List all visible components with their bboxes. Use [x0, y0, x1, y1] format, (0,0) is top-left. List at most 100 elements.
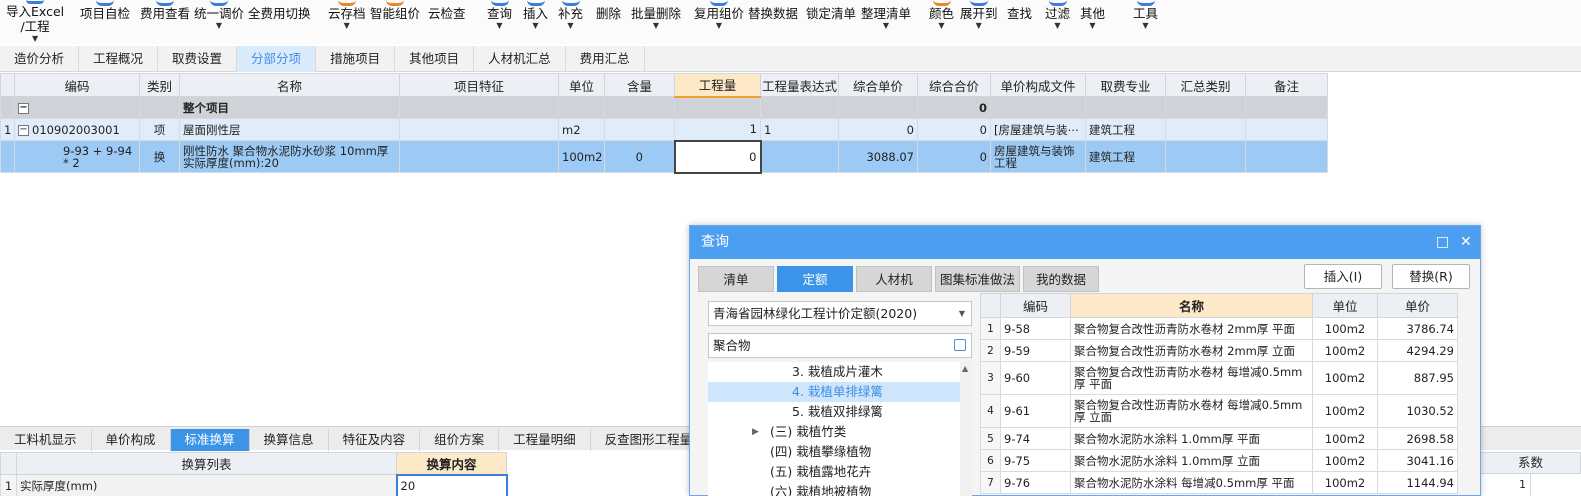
chevron-down-icon[interactable]: ▼ — [1142, 21, 1148, 31]
toolbar-button-3[interactable]: 统一调价 ▼ — [194, 0, 244, 44]
maximize-icon[interactable]: □ — [1436, 226, 1449, 259]
item-quantity-expr[interactable]: 1 — [760, 118, 839, 141]
dialog-tab-4[interactable]: 我的数据 — [1023, 266, 1100, 292]
table-row-whole-project[interactable]: − 整个项目 0 — [0, 96, 1328, 119]
quota-code[interactable]: 9-61 — [1000, 394, 1071, 428]
sub-item-name[interactable]: 刚性防水 聚合物水泥防水砂浆 10mm厚 实际厚度(mm):20 — [179, 140, 400, 173]
chevron-down-icon[interactable]: ▼ — [344, 21, 350, 31]
chevron-down-icon[interactable]: ▼ — [532, 21, 538, 31]
chevron-down-icon[interactable]: ▼ — [496, 21, 502, 31]
tab-2[interactable]: 取费设置 — [158, 46, 238, 72]
bottom-tab-1[interactable]: 单价构成 — [92, 429, 171, 451]
col-header-5[interactable]: 含量 — [604, 73, 675, 97]
chevron-down-icon[interactable]: ▼ — [1089, 21, 1095, 31]
bottom-tab-3[interactable]: 换算信息 — [250, 429, 329, 451]
tab-1[interactable]: 工程概况 — [79, 46, 159, 72]
item-fee-major[interactable]: 建筑工程 — [1085, 118, 1166, 141]
quota-code[interactable]: 9-58 — [1000, 317, 1071, 340]
chevron-down-icon[interactable]: ▼ — [567, 21, 573, 31]
tree-item[interactable]: 3. 栽植成片灌木 — [708, 362, 960, 382]
col-header-3[interactable]: 项目特征 — [399, 73, 559, 97]
toolbar-button-9[interactable]: 插入 ▼ — [523, 0, 548, 44]
quota-code[interactable]: 9-75 — [1000, 449, 1071, 472]
table-row-item[interactable]: 1 −010902003001 项 屋面刚性层 m2 1 1 0 0 [房屋建筑… — [0, 118, 1328, 141]
tree-item[interactable]: ▶ (三) 栽植竹类 — [708, 422, 960, 442]
toolbar-button-18[interactable]: 展开到 ▼ — [960, 0, 998, 44]
col-header-1[interactable]: 类别 — [139, 73, 180, 97]
sub-item-quantity-input[interactable]: 0 — [673, 139, 762, 174]
tab-5[interactable]: 其他项目 — [395, 46, 475, 72]
tab-4[interactable]: 措施项目 — [316, 46, 396, 72]
toolbar-button-6[interactable]: 智能组价 — [370, 0, 420, 44]
item-name[interactable]: 屋面刚性层 — [179, 118, 400, 141]
dialog-tab-0[interactable]: 清单 — [698, 266, 774, 292]
toolbar-button-16[interactable]: 整理清单 ▼ — [861, 0, 911, 44]
search-icon[interactable] — [954, 339, 966, 351]
chevron-down-icon[interactable]: ▼ — [653, 21, 659, 31]
tree-item[interactable]: 5. 栽植双排绿篱 — [708, 402, 960, 422]
toolbar-button-0[interactable]: 导入Excel/工程 ▼ — [6, 0, 64, 44]
col-header-4[interactable]: 单位 — [558, 73, 605, 97]
toolbar-button-5[interactable]: 云存档 ▼ — [328, 0, 366, 44]
col-header-11[interactable]: 取费专业 — [1085, 73, 1166, 97]
quota-name[interactable]: 聚合物复合改性沥青防水卷材 每增减0.5mm厚 立面 — [1070, 394, 1313, 428]
chevron-down-icon[interactable]: ▼ — [883, 21, 889, 31]
table-row-sub-item[interactable]: 9-93 + 9-94 * 2 换 刚性防水 聚合物水泥防水砂浆 10mm厚 实… — [0, 139, 1328, 174]
tree-item[interactable]: (五) 栽植露地花卉 — [708, 462, 960, 482]
table-row[interactable]: 7 9-76 聚合物水泥防水涂料 每增减0.5mm厚 平面 100m2 1144.94 — [980, 471, 1458, 494]
toolbar-button-14[interactable]: 替换数据 — [748, 0, 798, 44]
col-header-2[interactable]: 名称 — [179, 73, 400, 97]
toolbar-button-11[interactable]: 删除 — [596, 0, 621, 44]
quota-code[interactable]: 9-60 — [1000, 361, 1071, 395]
dialog-tab-1[interactable]: 定额 — [777, 266, 853, 292]
toolbar-button-2[interactable]: 费用查看 — [140, 0, 190, 44]
toolbar-button-17[interactable]: 颜色 ▼ — [929, 0, 954, 44]
table-row[interactable]: 1 9-58 聚合物复合改性沥青防水卷材 2mm厚 平面 100m2 3786.74 — [980, 317, 1458, 340]
table-row[interactable]: 1 实际厚度(mm) 20 — [0, 473, 508, 496]
sub-item-unit[interactable]: 100m2 — [558, 140, 605, 173]
item-price-file[interactable]: [房屋建筑与装⋯ — [990, 118, 1086, 141]
quota-name[interactable]: 聚合物复合改性沥青防水卷材 每增减0.5mm厚 平面 — [1070, 361, 1313, 395]
dialog-tab-3[interactable]: 图集标准做法 — [935, 266, 1021, 292]
item-content[interactable] — [604, 118, 675, 141]
toolbar-button-19[interactable]: 查找 — [1007, 0, 1032, 44]
bottom-tab-2[interactable]: 标准换算 — [170, 429, 250, 451]
table-row[interactable]: 4 9-61 聚合物复合改性沥青防水卷材 每增减0.5mm厚 立面 100m2 1030… — [980, 394, 1458, 428]
scroll-up-icon[interactable]: ▲ — [962, 364, 968, 373]
toolbar-button-1[interactable]: 项目自检 — [80, 0, 130, 44]
item-quantity[interactable]: 1 — [674, 118, 761, 141]
replace-button[interactable]: 替换(R) — [1392, 264, 1470, 289]
sub-item-type[interactable]: 换 — [139, 140, 180, 173]
item-unit[interactable]: m2 — [558, 118, 605, 141]
quota-code[interactable]: 9-74 — [1000, 427, 1071, 450]
toolbar-button-20[interactable]: 过滤 ▼ — [1045, 0, 1070, 44]
col-header-12[interactable]: 汇总类别 — [1165, 73, 1246, 97]
sub-item-fee-major[interactable]: 建筑工程 — [1085, 140, 1166, 173]
sub-item-code[interactable]: 9-93 + 9-94 * 2 — [14, 140, 140, 173]
chevron-down-icon[interactable]: ▼ — [716, 21, 722, 31]
close-icon[interactable]: ✕ — [1460, 226, 1472, 259]
chevron-down-icon[interactable]: ▼ — [1054, 21, 1060, 31]
collapse-toggle-icon[interactable]: − — [18, 124, 29, 136]
tree-scrollbar[interactable]: ▲ — [960, 362, 972, 496]
tree-item[interactable]: (六) 栽植地被植物 — [708, 482, 960, 496]
quota-name[interactable]: 聚合物水泥防水涂料 1.0mm厚 立面 — [1070, 449, 1313, 472]
tab-0[interactable]: 造价分析 — [0, 46, 80, 72]
expand-arrow-icon[interactable]: ▶ — [752, 422, 759, 442]
insert-button[interactable]: 插入(I) — [1304, 264, 1382, 289]
chevron-down-icon[interactable]: ▼ — [216, 21, 222, 31]
quota-name[interactable]: 聚合物复合改性沥青防水卷材 2mm厚 平面 — [1070, 317, 1313, 340]
bottom-tab-6[interactable]: 工程量明细 — [499, 429, 591, 451]
toolbar-button-22[interactable]: 工具 ▼ — [1133, 0, 1158, 44]
col-header-6[interactable]: 工程量 — [674, 73, 761, 98]
quota-name[interactable]: 聚合物复合改性沥青防水卷材 2mm厚 立面 — [1070, 339, 1313, 362]
col-header-7[interactable]: 工程量表达式 — [760, 73, 839, 97]
coefficient-value[interactable]: 1 — [1480, 474, 1531, 496]
toolbar-button-8[interactable]: 查询 ▼ — [487, 0, 512, 44]
quota-code[interactable]: 9-76 — [1000, 471, 1071, 494]
conversion-value-input[interactable]: 20 — [395, 473, 508, 496]
tab-3[interactable]: 分部分项 — [237, 46, 317, 72]
toolbar-button-15[interactable]: 锁定清单 — [806, 0, 856, 44]
table-row[interactable]: 5 9-74 聚合物水泥防水涂料 1.0mm厚 平面 100m2 2698.58 — [980, 427, 1458, 450]
toolbar-button-4[interactable]: 全费用切换 — [248, 0, 311, 44]
